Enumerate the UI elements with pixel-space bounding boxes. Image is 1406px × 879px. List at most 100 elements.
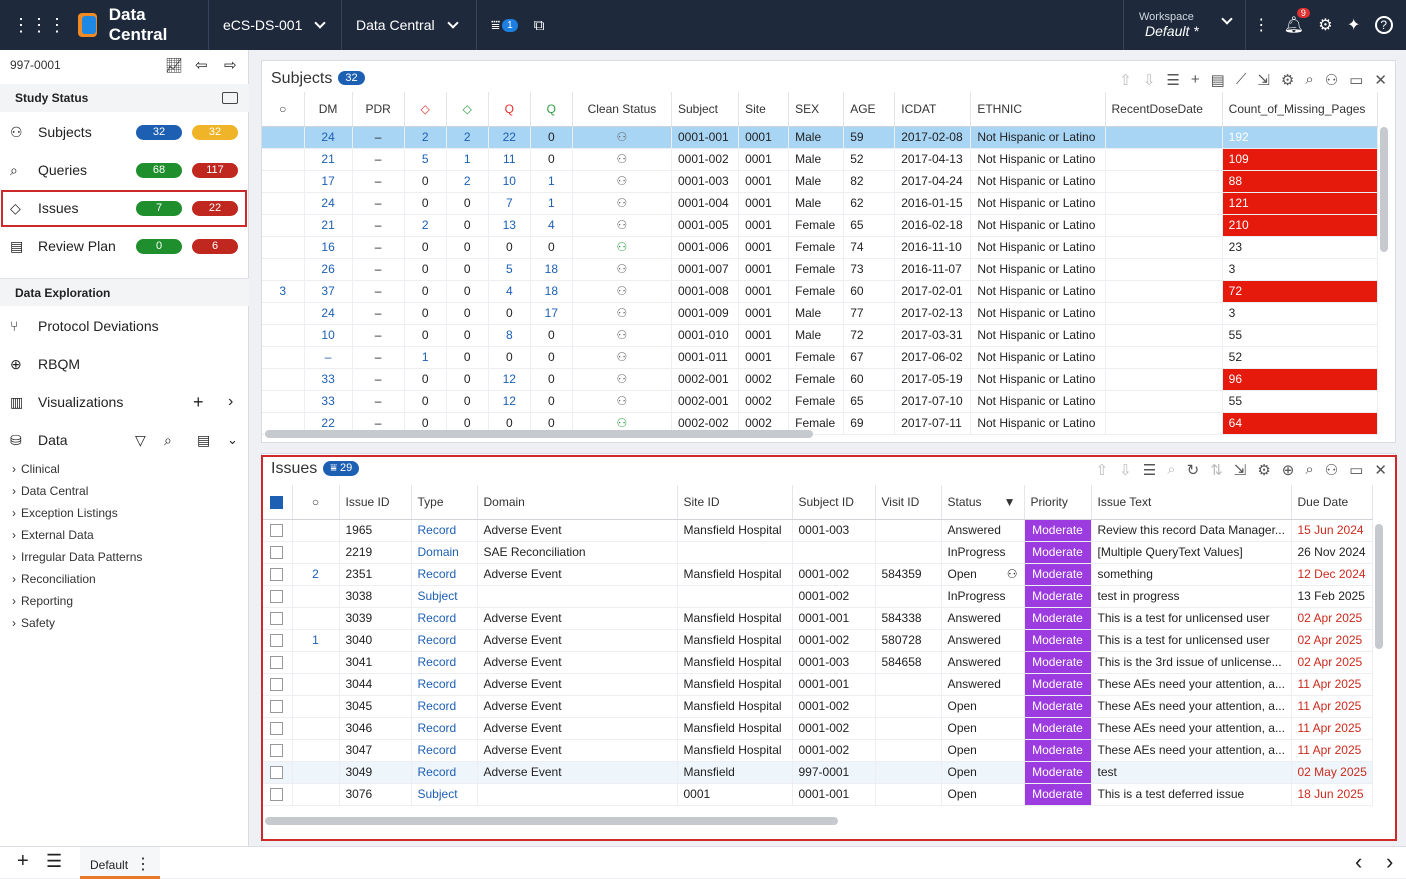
column-header[interactable]: Subject ID xyxy=(792,485,876,520)
table-cell[interactable]: Record xyxy=(411,761,478,784)
list-icon[interactable]: ☰ xyxy=(1166,71,1179,89)
more-vertical-icon[interactable]: ⋮ xyxy=(1253,15,1269,35)
row-checkbox[interactable] xyxy=(270,656,284,670)
table-cell[interactable]: Subject xyxy=(411,585,478,608)
column-header[interactable] xyxy=(262,485,293,520)
table-row[interactable]: 16–0 0 0 0 ⚇ 0001-006 0001 Female 74 2016-11-10 No… xyxy=(262,236,1379,259)
table-row[interactable]: 2 2351 Record Adverse Event Mansfield Hospit… xyxy=(262,563,1373,586)
column-header[interactable]: ETHNIC xyxy=(970,92,1106,127)
chevron-right-icon[interactable]: › xyxy=(1386,849,1393,875)
row-checkbox[interactable] xyxy=(270,678,284,692)
column-header[interactable]: Clean Status xyxy=(572,92,672,127)
column-header[interactable]: Q xyxy=(530,92,573,127)
column-header[interactable]: ○ xyxy=(292,485,340,520)
study-selector[interactable]: eCS-DS-001 xyxy=(209,0,342,50)
panel-toggle-icon[interactable] xyxy=(222,92,238,104)
move-up-icon[interactable]: ⇧ xyxy=(1096,461,1109,479)
table-cell[interactable]: Domain xyxy=(411,541,478,564)
table-row[interactable]: 3076 Subject 0001 0001-001 Open Moderate This … xyxy=(262,783,1373,806)
table-row[interactable]: 3039 Record Adverse Event Mansfield Hospita… xyxy=(262,607,1373,630)
crosshair-icon[interactable]: ⊕ xyxy=(1282,461,1295,479)
move-down-icon[interactable]: ⇩ xyxy=(1119,461,1132,479)
column-header[interactable]: PDR xyxy=(352,92,405,127)
close-icon[interactable]: ✕ xyxy=(1374,461,1387,479)
maximize-icon[interactable]: ▭ xyxy=(1349,461,1363,479)
chart-line-icon[interactable]: 📈︎ xyxy=(165,57,183,74)
export-icon[interactable]: ⇲ xyxy=(1257,71,1270,89)
status-item-queries[interactable]: ⌕ Queries 68 117 xyxy=(0,156,249,184)
maximize-icon[interactable]: ▭ xyxy=(1349,71,1363,89)
table-cell[interactable]: Subject xyxy=(411,783,478,806)
vertical-scrollbar[interactable] xyxy=(1380,127,1388,252)
filter-active-icon[interactable]: ▼ xyxy=(1004,495,1016,509)
column-header[interactable]: Site xyxy=(738,92,790,127)
table-cell[interactable]: Record xyxy=(411,673,478,696)
table-cell[interactable]: Record xyxy=(411,563,478,586)
bell-icon[interactable]: 🔔︎ 9 xyxy=(1284,8,1310,35)
tree-item[interactable]: › Data Central xyxy=(12,484,88,498)
row-checkbox[interactable] xyxy=(270,546,284,560)
search-icon[interactable]: ⌕ xyxy=(164,432,172,449)
table-row[interactable]: 24–0 0 7 1 ⚇ 0001-004 0001 Male 62 2016-01-15 Not … xyxy=(262,192,1379,215)
refresh-icon[interactable]: ↻ xyxy=(1187,461,1200,479)
status-item-review-plan[interactable]: ▤ Review Plan 0 6 xyxy=(0,232,249,260)
column-header[interactable]: Domain xyxy=(477,485,678,520)
vertical-scrollbar[interactable] xyxy=(1375,524,1383,649)
search-icon[interactable]: ⌕ xyxy=(1305,71,1313,89)
column-header[interactable]: Subject xyxy=(671,92,740,127)
workspace-selector[interactable]: Workspace Default * xyxy=(1123,0,1246,50)
column-header[interactable]: Count_of_Missing_Pages xyxy=(1222,92,1379,127)
add-icon[interactable]: + xyxy=(1191,71,1200,89)
table-row[interactable]: 3041 Record Adverse Event Mansfield Hospita… xyxy=(262,651,1373,674)
row-checkbox[interactable] xyxy=(270,612,284,626)
row-checkbox[interactable] xyxy=(270,524,284,538)
table-row[interactable]: 26–0 0 5 18 ⚇ 0001-007 0001 Female 73 2016-11-07 N… xyxy=(262,258,1379,281)
column-header[interactable]: Q xyxy=(488,92,531,127)
column-header[interactable]: AGE xyxy=(843,92,896,127)
table-row[interactable]: 3 37–0 0 4 18 ⚇ 0001-008 0001 Female 60 2017-02-01… xyxy=(262,280,1379,303)
column-header[interactable]: SEX xyxy=(788,92,845,127)
add-tab-icon[interactable]: + xyxy=(17,850,29,873)
column-header[interactable]: Visit ID xyxy=(875,485,942,520)
tree-item[interactable]: › Safety xyxy=(12,616,55,630)
table-row[interactable]: 3049 Record Adverse Event Mansfield 997-0001… xyxy=(262,761,1373,784)
column-header[interactable]: ICDAT xyxy=(894,92,972,127)
table-cell[interactable]: Record xyxy=(411,717,478,740)
column-header[interactable]: Status ▼ xyxy=(941,485,1025,520)
row-checkbox[interactable] xyxy=(270,766,284,780)
nav-visualizations[interactable]: ▥ Visualizations + › xyxy=(0,388,249,416)
table-row[interactable]: 3044 Record Adverse Event Mansfield Hospita… xyxy=(262,673,1373,696)
table-row[interactable]: 24–0 0 0 17 ⚇ 0001-009 0001 Male 77 2017-02-13 Not… xyxy=(262,302,1379,325)
column-header[interactable]: DM xyxy=(304,92,353,127)
column-header[interactable]: Issue Text xyxy=(1091,485,1292,520)
column-header[interactable]: RecentDoseDate xyxy=(1105,92,1223,127)
column-header[interactable]: ○ xyxy=(262,92,305,127)
table-row[interactable]: 3047 Record Adverse Event Mansfield Hospita… xyxy=(262,739,1373,762)
column-header[interactable]: Issue ID xyxy=(339,485,412,520)
settings-gear-icon[interactable]: ⚙ xyxy=(1257,461,1270,479)
table-row[interactable]: 3038 Subject 0001-002 InProgress Moderate tes… xyxy=(262,585,1373,608)
user-settings-icon[interactable]: ⚇ xyxy=(1325,461,1338,479)
horizontal-scrollbar[interactable] xyxy=(265,817,838,825)
list-icon[interactable]: ☰ xyxy=(1143,461,1156,479)
column-header[interactable]: Site ID xyxy=(677,485,793,520)
back-arrow-icon[interactable]: ⇦ xyxy=(195,56,208,74)
tab-default[interactable]: Default ⋮ xyxy=(80,847,160,879)
row-checkbox[interactable] xyxy=(270,744,284,758)
move-down-icon[interactable]: ⇩ xyxy=(1143,71,1156,89)
tree-item[interactable]: › Exception Listings xyxy=(12,506,118,520)
table-row[interactable]: 10–0 0 8 0 ⚇ 0001-010 0001 Male 72 2017-03-31 Not … xyxy=(262,324,1379,347)
settings-gear-icon[interactable]: ⚙ xyxy=(1318,15,1332,35)
table-row[interactable]: 2219 Domain SAE Reconciliation InProgress Mo… xyxy=(262,541,1373,564)
table-cell[interactable]: Record xyxy=(411,629,478,652)
move-up-icon[interactable]: ⇧ xyxy=(1119,71,1132,89)
chevron-left-icon[interactable]: ‹ xyxy=(1355,849,1362,875)
export-icon[interactable]: ⇲ xyxy=(1234,461,1247,479)
tree-item[interactable]: › Irregular Data Patterns xyxy=(12,550,142,564)
chevron-down-icon[interactable]: ⌄ xyxy=(227,432,238,448)
table-row[interactable]: 21–5 1 11 0 ⚇ 0001-002 0001 Male 52 2017-04-13 Not… xyxy=(262,148,1379,171)
column-header[interactable]: ◇ xyxy=(446,92,489,127)
status-item-issues[interactable]: ◇ Issues 7 22 xyxy=(0,194,249,222)
search-icon[interactable]: ⌕ xyxy=(1305,461,1313,479)
tree-item[interactable]: › Reconciliation xyxy=(12,572,96,586)
